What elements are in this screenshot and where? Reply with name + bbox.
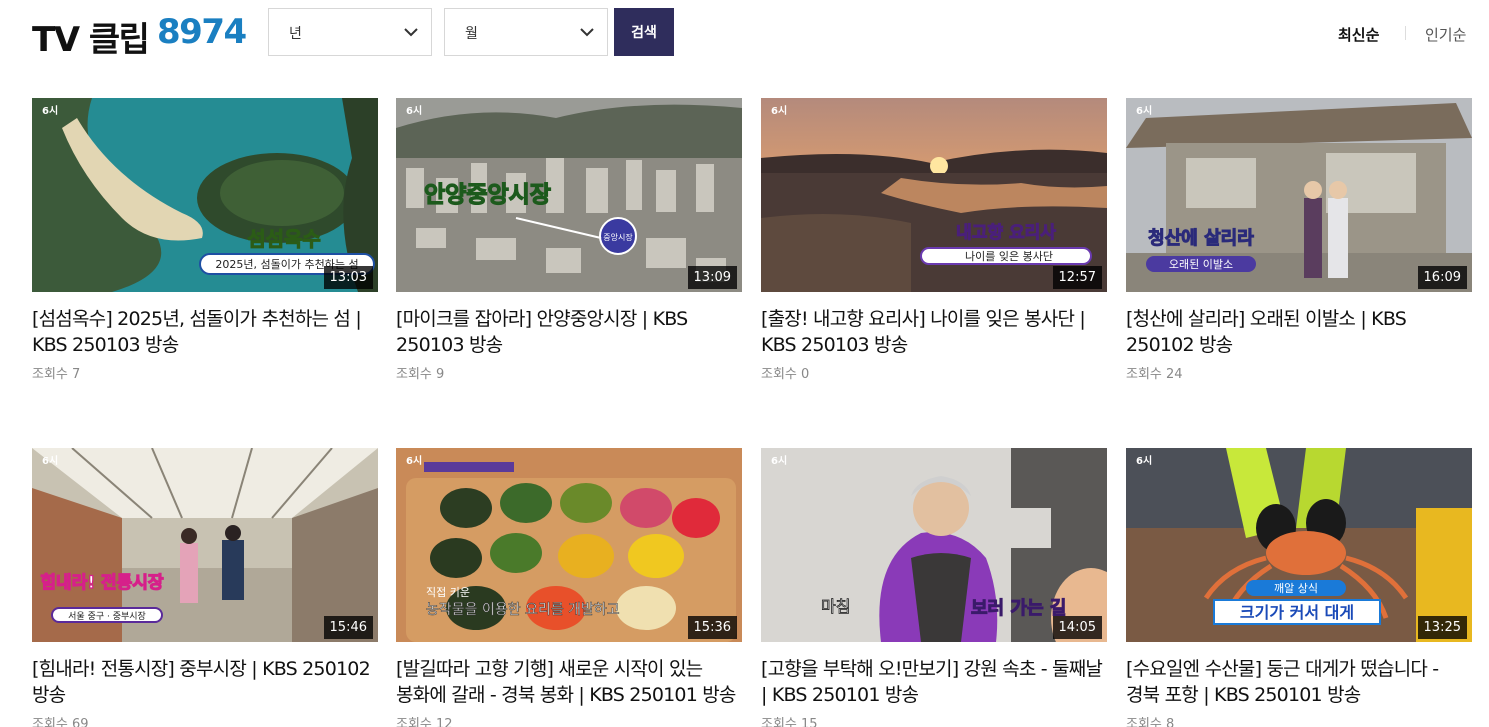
clip-title[interactable]: [출장! 내고향 요리사] 나이를 잊은 봉사단 | KBS 250103 방송 xyxy=(761,306,1107,358)
thumb-caption: 내고향 요리사 xyxy=(956,222,1056,243)
duration-badge: 15:46 xyxy=(323,616,373,639)
view-count: 조회수 24 xyxy=(1126,367,1183,382)
clip-thumbnail[interactable]: 깨알 상식 크기가 커서 대게 6시 13:25 xyxy=(1126,448,1472,642)
clip-card[interactable]: 중앙시장 안양중앙시장 6시 13:09 [마이크를 잡아라] 안양중앙시장 |… xyxy=(396,98,742,382)
clip-title[interactable]: [고향을 부탁해 오!만보기] 강원 속초 - 둘째날 | KBS 250101… xyxy=(761,656,1107,708)
clip-title[interactable]: [수요일엔 수산물] 둥근 대게가 떴습니다 - 경북 포항 | KBS 250… xyxy=(1126,656,1472,708)
thumb-subtitle: 중앙시장 xyxy=(603,232,633,242)
svg-text:6시: 6시 xyxy=(406,105,422,117)
clip-card[interactable]: 마침 보러 가는 길 6시 14:05 [고향을 부탁해 오!만보기] 강원 속… xyxy=(761,448,1107,727)
duration-badge: 12:57 xyxy=(1052,266,1102,289)
thumbnail-image: 오래된 이발소 청산에 살리라 6시 xyxy=(1126,98,1472,292)
clip-thumbnail[interactable]: 마침 보러 가는 길 6시 14:05 xyxy=(761,448,1107,642)
view-count: 조회수 12 xyxy=(396,717,453,727)
thumb-subtitle: 서울 중구 · 중부시장 xyxy=(68,611,146,622)
clip-grid: 2025년, 섬돌이가 추천하는 섬 섬섬옥수 6시 13:03 [섬섬옥수] … xyxy=(0,0,1489,727)
thumb-subtitle: 직접 키운 xyxy=(426,586,470,599)
thumbnail-image: 나이를 잊은 봉사단 내고향 요리사 6시 xyxy=(761,98,1107,292)
clip-card[interactable]: 2025년, 섬돌이가 추천하는 섬 섬섬옥수 6시 13:03 [섬섬옥수] … xyxy=(32,98,378,382)
thumbnail-image: 중앙시장 안양중앙시장 6시 xyxy=(396,98,742,292)
thumbnail-image: 깨알 상식 크기가 커서 대게 6시 xyxy=(1126,448,1472,642)
thumbnail-image: 2025년, 섬돌이가 추천하는 섬 섬섬옥수 6시 xyxy=(32,98,378,292)
thumb-subtitle: 오래된 이발소 xyxy=(1169,258,1233,271)
clip-thumbnail[interactable]: 중앙시장 안양중앙시장 6시 13:09 xyxy=(396,98,742,292)
svg-text:6시: 6시 xyxy=(406,455,422,467)
thumb-caption: 섬섬옥수 xyxy=(247,227,321,251)
view-count: 조회수 0 xyxy=(761,367,810,382)
clip-title[interactable]: [힘내라! 전통시장] 중부시장 | KBS 250102 방송 xyxy=(32,656,378,708)
thumb-caption: 크기가 커서 대게 xyxy=(1240,603,1354,622)
clip-title[interactable]: [마이크를 잡아라] 안양중앙시장 | KBS 250103 방송 xyxy=(396,306,742,358)
thumbnail-image: 서울 중구 · 중부시장 힘내라! 전통시장 6시 xyxy=(32,448,378,642)
view-count: 조회수 7 xyxy=(32,367,81,382)
clip-thumbnail[interactable]: 오래된 이발소 청산에 살리라 6시 16:09 xyxy=(1126,98,1472,292)
duration-badge: 15:36 xyxy=(687,616,737,639)
view-count: 조회수 15 xyxy=(761,717,818,727)
svg-text:6시: 6시 xyxy=(42,455,58,467)
view-count: 조회수 8 xyxy=(1126,717,1175,727)
view-count: 조회수 9 xyxy=(396,367,445,382)
duration-badge: 13:09 xyxy=(687,266,737,289)
clip-thumbnail[interactable]: 나이를 잊은 봉사단 내고향 요리사 6시 12:57 xyxy=(761,98,1107,292)
clip-card[interactable]: 깨알 상식 크기가 커서 대게 6시 13:25 [수요일엔 수산물] 둥근 대… xyxy=(1126,448,1472,727)
thumbnail-image: 마침 보러 가는 길 6시 xyxy=(761,448,1107,642)
clip-thumbnail[interactable]: 직접 키운 농작물을 이용한 요리를 개발하고 6시 15:36 xyxy=(396,448,742,642)
clip-thumbnail[interactable]: 서울 중구 · 중부시장 힘내라! 전통시장 6시 15:46 xyxy=(32,448,378,642)
clip-card[interactable]: 서울 중구 · 중부시장 힘내라! 전통시장 6시 15:46 [힘내라! 전통… xyxy=(32,448,378,727)
clip-card[interactable]: 오래된 이발소 청산에 살리라 6시 16:09 [청산에 살리라] 오래된 이… xyxy=(1126,98,1472,382)
clip-card[interactable]: 직접 키운 농작물을 이용한 요리를 개발하고 6시 15:36 [발길따라 고… xyxy=(396,448,742,727)
thumb-caption: 안양중앙시장 xyxy=(424,182,551,208)
svg-text:6시: 6시 xyxy=(1136,105,1152,117)
thumbnail-image: 직접 키운 농작물을 이용한 요리를 개발하고 6시 xyxy=(396,448,742,642)
svg-text:6시: 6시 xyxy=(42,105,58,117)
thumb-caption: 농작물을 이용한 요리를 개발하고 xyxy=(426,602,620,618)
clip-title[interactable]: [발길따라 고향 기행] 새로운 시작이 있는 봉화에 갈래 - 경북 봉화 |… xyxy=(396,656,742,708)
svg-text:6시: 6시 xyxy=(1136,455,1152,467)
clip-title[interactable]: [청산에 살리라] 오래된 이발소 | KBS 250102 방송 xyxy=(1126,306,1472,358)
view-count: 조회수 69 xyxy=(32,717,89,727)
svg-text:6시: 6시 xyxy=(771,455,787,467)
duration-badge: 13:25 xyxy=(1417,616,1467,639)
thumb-caption: 힘내라! 전통시장 xyxy=(40,572,164,593)
duration-badge: 16:09 xyxy=(1417,266,1467,289)
thumb-subtitle: 깨알 상식 xyxy=(1274,581,1318,595)
thumb-subtitle: 마침 xyxy=(821,597,850,616)
thumb-caption: 청산에 살리라 xyxy=(1148,228,1254,249)
duration-badge: 13:03 xyxy=(323,266,373,289)
thumb-subtitle: 나이를 잊은 봉사단 xyxy=(965,250,1053,263)
clip-card[interactable]: 나이를 잊은 봉사단 내고향 요리사 6시 12:57 [출장! 내고향 요리사… xyxy=(761,98,1107,382)
clip-title[interactable]: [섬섬옥수] 2025년, 섬돌이가 추천하는 섬 | KBS 250103 방… xyxy=(32,306,378,358)
svg-text:6시: 6시 xyxy=(771,105,787,117)
clip-thumbnail[interactable]: 2025년, 섬돌이가 추천하는 섬 섬섬옥수 6시 13:03 xyxy=(32,98,378,292)
duration-badge: 14:05 xyxy=(1052,616,1102,639)
